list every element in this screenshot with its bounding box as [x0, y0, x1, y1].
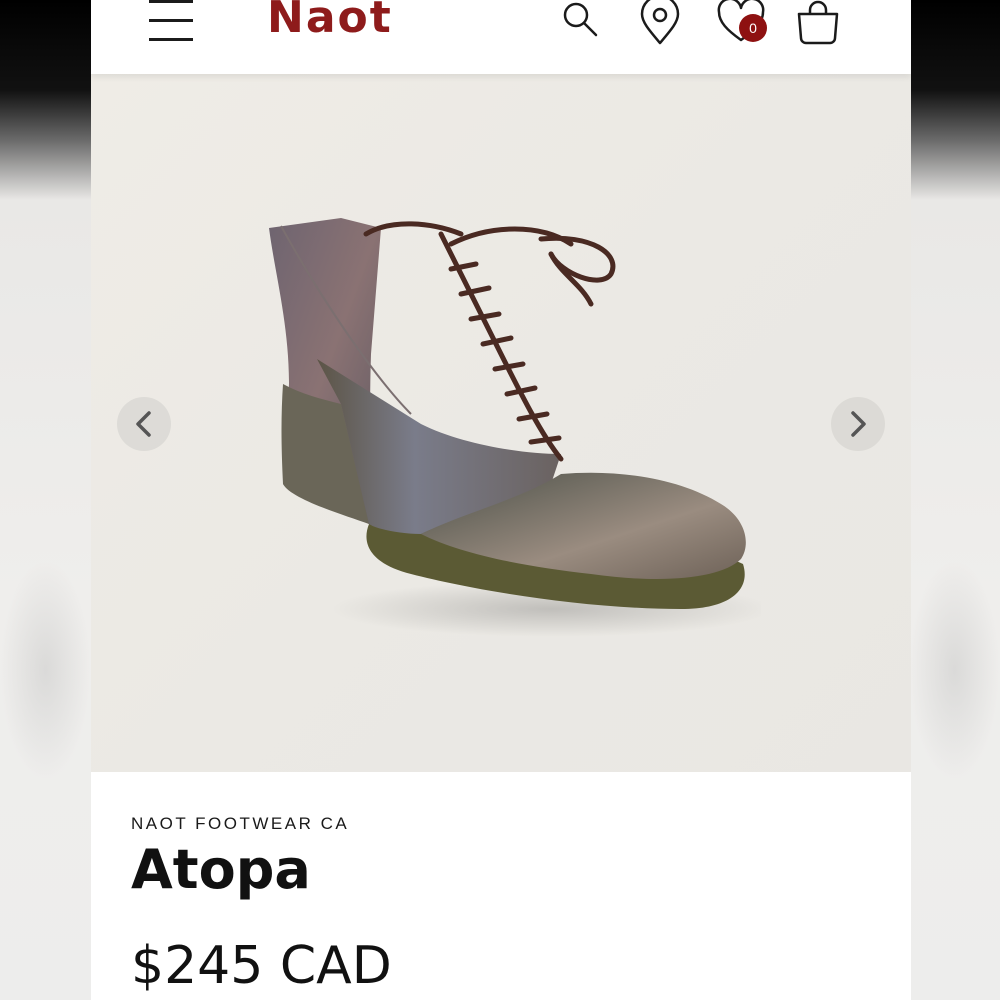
gallery-prev-button[interactable]: [117, 397, 171, 451]
shopping-bag-icon[interactable]: [795, 0, 841, 50]
product-title: Atopa: [131, 838, 311, 901]
blurred-background-right: [909, 0, 1000, 1000]
product-page: Naot 0 NAOT FOOTWEAR CA Atopa $245 CAD: [91, 0, 911, 1000]
chevron-left-icon: [136, 411, 151, 437]
site-header: Naot 0: [91, 0, 911, 74]
product-image-gallery[interactable]: [91, 74, 911, 772]
location-pin-icon[interactable]: [639, 0, 681, 50]
wishlist-button[interactable]: 0: [717, 0, 767, 48]
product-info: NAOT FOOTWEAR CA Atopa $245 CAD: [91, 772, 911, 1000]
search-icon[interactable]: [561, 0, 601, 44]
product-price: $245 CAD: [131, 936, 392, 996]
blurred-background-left: [0, 0, 91, 1000]
chevron-right-icon: [851, 411, 866, 437]
product-image-boot: [269, 218, 761, 637]
gallery-next-button[interactable]: [831, 397, 885, 451]
brand-logo[interactable]: Naot: [267, 0, 393, 43]
menu-icon[interactable]: [147, 0, 195, 44]
product-vendor[interactable]: NAOT FOOTWEAR CA: [131, 814, 349, 834]
wishlist-count-badge: 0: [739, 14, 767, 42]
